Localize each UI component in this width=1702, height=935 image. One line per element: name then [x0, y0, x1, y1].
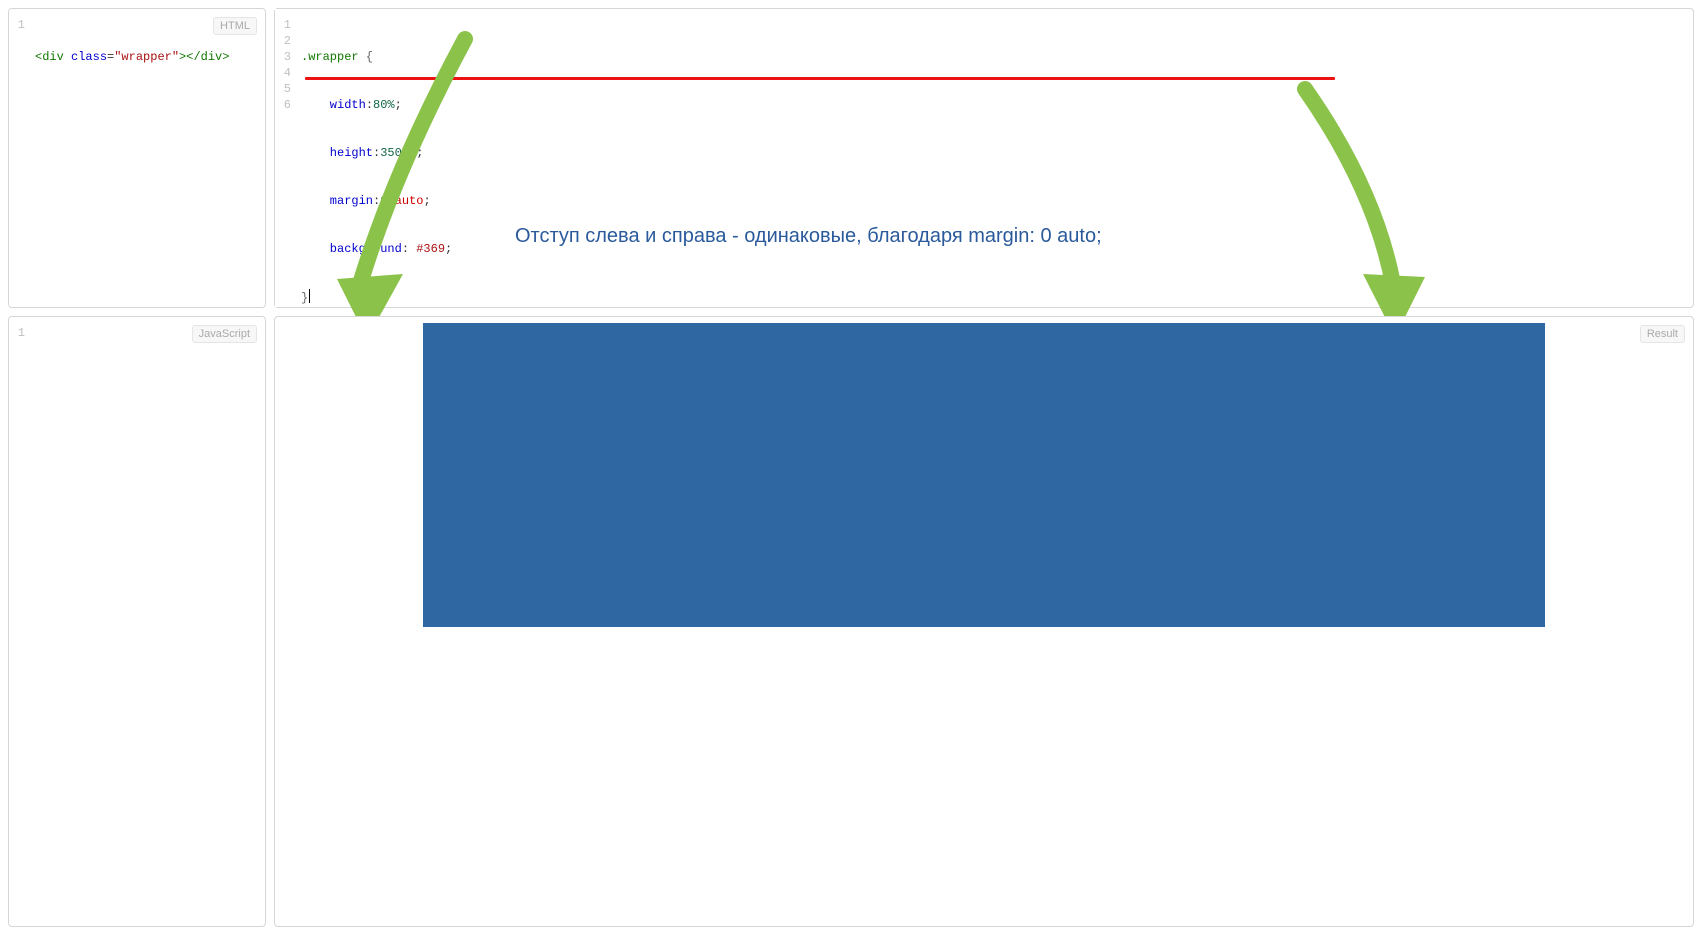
js-editor[interactable]: 1	[9, 317, 265, 926]
result-panel: Result	[274, 316, 1694, 927]
css-editor[interactable]: 1 2 3 4 5 6 .wrapper { width:80%; height…	[275, 9, 1693, 307]
js-gutter: 1	[9, 317, 31, 926]
css-code[interactable]: .wrapper { width:80%; height:350px; marg…	[297, 9, 1693, 307]
css-panel: 1 2 3 4 5 6 .wrapper { width:80%; height…	[274, 8, 1694, 308]
annotation-text: Отступ слева и справа - одинаковые, благ…	[515, 225, 1102, 248]
html-panel: HTML 1 <div class="wrapper"></div>	[8, 8, 266, 308]
html-code[interactable]: <div class="wrapper"></div>	[31, 9, 265, 307]
js-panel: JavaScript 1	[8, 316, 266, 927]
underline-annotation	[305, 77, 1335, 80]
result-panel-label: Result	[1640, 325, 1685, 343]
js-code[interactable]	[31, 317, 265, 926]
html-editor[interactable]: 1 <div class="wrapper"></div>	[9, 9, 265, 307]
html-gutter: 1	[9, 9, 31, 307]
wrapper-demo-box	[423, 323, 1545, 627]
css-gutter: 1 2 3 4 5 6	[275, 9, 297, 307]
result-output	[275, 317, 1693, 926]
